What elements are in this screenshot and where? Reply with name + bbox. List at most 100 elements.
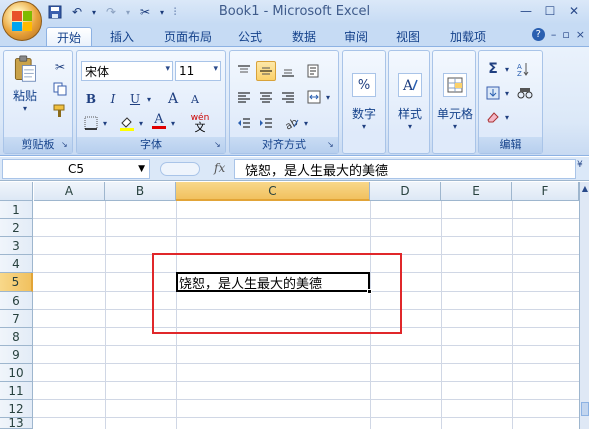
- increase-indent-icon[interactable]: [256, 113, 276, 133]
- row-header-9[interactable]: 9: [0, 346, 33, 364]
- align-left-icon[interactable]: [234, 87, 254, 107]
- chevron-down-icon[interactable]: ▾: [503, 107, 511, 127]
- align-right-icon[interactable]: [278, 87, 298, 107]
- save-icon[interactable]: [46, 3, 64, 21]
- row-header-7[interactable]: 7: [0, 310, 33, 328]
- row-header-13[interactable]: 13: [0, 416, 33, 429]
- row-header-3[interactable]: 3: [0, 237, 33, 255]
- tab-view[interactable]: 视图: [388, 27, 428, 46]
- autosum-button[interactable]: Σ: [483, 59, 503, 79]
- scrollbar-thumb[interactable]: [581, 402, 589, 416]
- chevron-down-icon[interactable]: ▾: [503, 59, 511, 79]
- column-header-e[interactable]: E: [441, 182, 512, 201]
- chevron-down-icon[interactable]: ▾: [101, 113, 109, 133]
- sort-filter-icon[interactable]: AZ: [515, 59, 535, 79]
- worksheet-grid[interactable]: A B C D E F 1 2 3 4 5 6 7 8 9 10 11 12 1…: [0, 182, 589, 429]
- borders-icon[interactable]: [81, 113, 101, 133]
- ribbon-close-icon[interactable]: ×: [576, 28, 585, 41]
- chevron-down-icon[interactable]: ▾: [503, 83, 511, 103]
- tab-review[interactable]: 审阅: [336, 27, 376, 46]
- find-select-icon[interactable]: [515, 83, 535, 103]
- tab-page-layout[interactable]: 页面布局: [156, 27, 220, 46]
- formula-input[interactable]: 饶恕，是人生最大的美德: [234, 159, 576, 179]
- row-header-4[interactable]: 4: [0, 255, 33, 273]
- cells-button[interactable]: 单元格 ▾: [437, 59, 473, 145]
- row-header-5[interactable]: 5: [0, 273, 33, 292]
- align-bottom-icon[interactable]: [278, 61, 298, 81]
- fill-color-icon[interactable]: [117, 113, 137, 133]
- window-controls: — ☐ ✕: [515, 2, 585, 20]
- font-name-combo[interactable]: 宋体 ▾: [81, 61, 173, 81]
- column-header-c[interactable]: C: [176, 182, 370, 201]
- align-middle-icon[interactable]: [256, 61, 276, 81]
- tools-icon[interactable]: ✂: [136, 3, 154, 21]
- decrease-indent-icon[interactable]: [234, 113, 254, 133]
- underline-button[interactable]: U: [125, 89, 145, 109]
- column-header-a[interactable]: A: [34, 182, 105, 201]
- vertical-scrollbar[interactable]: ▲: [579, 182, 589, 429]
- chevron-down-icon[interactable]: ▾: [302, 113, 310, 133]
- row-header-11[interactable]: 11: [0, 382, 33, 400]
- minimize-icon[interactable]: —: [515, 2, 537, 20]
- name-box[interactable]: C5 ▼: [2, 159, 150, 179]
- tab-insert[interactable]: 插入: [102, 27, 142, 46]
- undo-icon[interactable]: ↶: [68, 3, 86, 21]
- row-header-1[interactable]: 1: [0, 201, 33, 219]
- cut-icon[interactable]: ✂: [50, 57, 70, 77]
- align-center-icon[interactable]: [256, 87, 276, 107]
- chevron-down-icon[interactable]: ▾: [324, 87, 332, 107]
- select-all-button[interactable]: [0, 182, 33, 201]
- office-button[interactable]: [2, 1, 42, 41]
- row-header-6[interactable]: 6: [0, 292, 33, 310]
- dialog-launcher-icon[interactable]: ↘: [327, 141, 336, 150]
- bold-button[interactable]: B: [81, 89, 101, 109]
- expand-formula-bar-icon[interactable]: ¥: [577, 160, 588, 178]
- close-icon[interactable]: ✕: [563, 2, 585, 20]
- align-top-icon[interactable]: [234, 61, 254, 81]
- chevron-down-icon[interactable]: ▾: [145, 89, 153, 109]
- tab-formulas[interactable]: 公式: [230, 27, 270, 46]
- ribbon-minimize-icon[interactable]: –: [551, 28, 557, 41]
- shrink-font-button[interactable]: A: [185, 89, 205, 109]
- paste-button[interactable]: 粘贴 ▾: [8, 55, 42, 113]
- column-header-b[interactable]: B: [105, 182, 176, 201]
- fill-icon[interactable]: [483, 83, 503, 103]
- insert-function-icon[interactable]: fx: [214, 161, 225, 175]
- scroll-up-icon[interactable]: ▲: [580, 184, 589, 193]
- column-header-f[interactable]: F: [512, 182, 579, 201]
- help-icon[interactable]: ?: [531, 28, 545, 41]
- chevron-down-icon[interactable]: ▾: [169, 113, 177, 133]
- ribbon-restore-icon[interactable]: ▫: [562, 28, 569, 41]
- tab-data[interactable]: 数据: [284, 27, 324, 46]
- customize-toolbar-icon[interactable]: ⫶: [170, 3, 180, 21]
- redo-icon[interactable]: ↷: [102, 3, 120, 21]
- tab-add-ins[interactable]: 加载项: [442, 27, 494, 46]
- number-format-button[interactable]: % 数字 ▾: [347, 59, 381, 145]
- chevron-down-icon[interactable]: ▾: [158, 3, 166, 21]
- row-header-8[interactable]: 8: [0, 328, 33, 346]
- column-header-d[interactable]: D: [370, 182, 441, 201]
- font-size-combo[interactable]: 11 ▾: [175, 61, 221, 81]
- chevron-down-icon[interactable]: ▾: [124, 3, 132, 21]
- grow-font-button[interactable]: A: [163, 89, 183, 109]
- quick-access-toolbar: ↶ ▾ ↷ ▾ ✂ ▾ ⫶: [46, 3, 180, 21]
- chevron-down-icon[interactable]: ▾: [137, 113, 145, 133]
- merge-center-icon[interactable]: [304, 87, 324, 107]
- orientation-icon[interactable]: ab: [282, 113, 302, 133]
- copy-icon[interactable]: [50, 79, 70, 99]
- tab-home[interactable]: 开始: [46, 27, 92, 46]
- format-painter-icon[interactable]: [50, 101, 70, 121]
- row-header-2[interactable]: 2: [0, 219, 33, 237]
- dialog-launcher-icon[interactable]: ↘: [214, 141, 223, 150]
- row-header-10[interactable]: 10: [0, 364, 33, 382]
- styles-button[interactable]: A 样式 ▾: [393, 59, 427, 145]
- chevron-down-icon[interactable]: ▾: [90, 3, 98, 21]
- dialog-launcher-icon[interactable]: ↘: [61, 141, 70, 150]
- italic-button[interactable]: I: [103, 89, 123, 109]
- font-color-button[interactable]: A: [149, 111, 169, 131]
- maximize-icon[interactable]: ☐: [539, 2, 561, 20]
- wrap-text-icon[interactable]: [304, 61, 324, 81]
- clear-icon[interactable]: [483, 107, 503, 127]
- phonetic-guide-button[interactable]: wén 文: [185, 111, 215, 135]
- formula-bar-divider[interactable]: [160, 162, 200, 176]
